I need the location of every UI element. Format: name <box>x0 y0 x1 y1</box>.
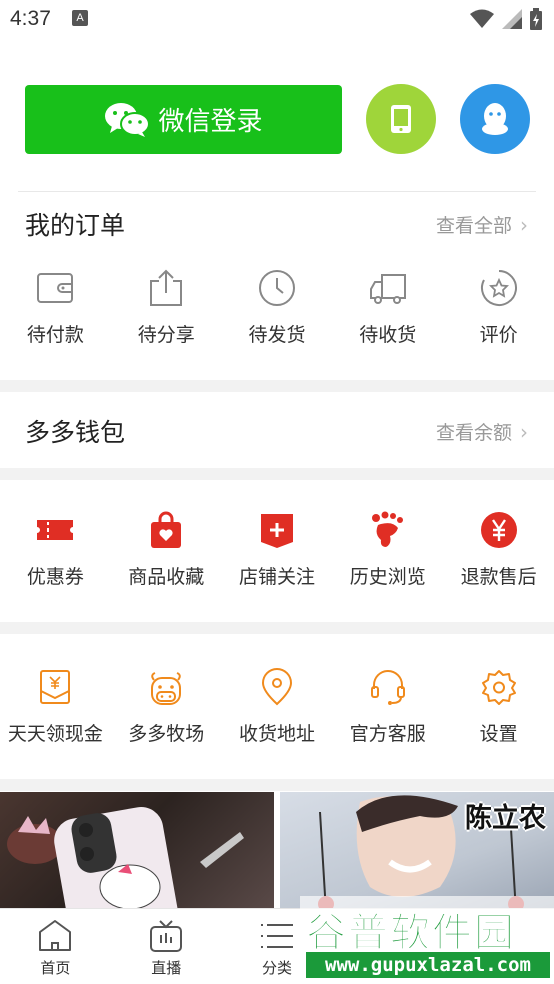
wechat-icon <box>105 102 151 137</box>
service-label: 多多牧场 <box>128 723 205 745</box>
shortcut-label: 优惠券 <box>26 566 84 588</box>
gear-icon <box>481 670 516 705</box>
wallet-title: 多多钱包 <box>25 418 126 447</box>
footprint-icon <box>371 511 403 547</box>
chevron-right-icon: › <box>520 212 528 237</box>
wechat-login-button[interactable]: 微信登录 <box>25 85 342 154</box>
shortcut-label: 历史浏览 <box>349 566 426 588</box>
shortcut-coupons[interactable]: 优惠券 <box>0 510 111 589</box>
service-farm[interactable]: 多多牧场 <box>111 667 222 746</box>
order-item-pending-share[interactable]: 待分享 <box>111 268 222 347</box>
shortcut-followed-shops[interactable]: 店铺关注 <box>222 510 333 589</box>
service-label: 收货地址 <box>238 723 315 745</box>
tab-live[interactable]: 直播 <box>111 909 222 984</box>
service-label: 天天领现金 <box>7 723 103 745</box>
shortcut-label: 商品收藏 <box>128 566 205 588</box>
battery-icon <box>530 8 542 30</box>
qq-icon <box>482 103 508 135</box>
tab-label: 直播 <box>151 959 182 977</box>
yen-circle-icon <box>480 512 517 548</box>
list-icon <box>260 924 293 948</box>
share-icon <box>150 269 183 306</box>
orders-view-all-link[interactable]: 查看全部 › <box>436 211 528 238</box>
shortcut-history[interactable]: 历史浏览 <box>332 510 443 589</box>
order-item-label: 待发货 <box>248 324 306 346</box>
services-row: 天天领现金 多多牧场 收货地址 官方客服 设置 <box>0 667 554 746</box>
shop-plus-icon <box>260 514 293 548</box>
truck-icon <box>369 274 406 304</box>
section-gap <box>0 622 554 634</box>
order-item-label: 评价 <box>479 324 518 346</box>
tab-home[interactable]: 首页 <box>0 909 111 984</box>
clock-icon <box>258 270 295 306</box>
service-label: 设置 <box>479 723 518 745</box>
bag-heart-icon <box>151 511 182 548</box>
chevron-right-icon: › <box>520 419 528 444</box>
banner-caption: 陈立农 <box>465 803 546 834</box>
tv-icon <box>150 920 183 952</box>
shortcuts-row: 优惠券 商品收藏 店铺关注 历史浏览 退款售后 <box>0 510 554 589</box>
cow-icon <box>151 672 182 705</box>
wechat-login-label: 微信登录 <box>158 107 263 137</box>
order-item-pending-delivery[interactable]: 待发货 <box>222 268 333 347</box>
section-gap <box>0 468 554 480</box>
phone-icon <box>391 105 411 133</box>
order-item-review[interactable]: 评价 <box>443 268 554 347</box>
promo-banner-right[interactable]: 陈立农 <box>280 792 554 912</box>
notification-icon: A <box>72 10 88 26</box>
orders-title: 我的订单 <box>25 211 126 240</box>
service-address[interactable]: 收货地址 <box>222 667 333 746</box>
shortcut-refund[interactable]: 退款售后 <box>443 510 554 589</box>
wallet-view-balance-label: 查看余额 <box>435 422 512 444</box>
wifi-icon <box>470 9 494 28</box>
shortcut-label: 店铺关注 <box>238 566 315 588</box>
red-envelope-icon <box>40 670 71 704</box>
coupon-icon <box>37 520 74 540</box>
orders-view-all-label: 查看全部 <box>435 215 512 237</box>
shortcut-favorites[interactable]: 商品收藏 <box>111 510 222 589</box>
section-gap <box>0 779 554 791</box>
service-label: 官方客服 <box>349 723 426 745</box>
home-icon <box>39 920 72 951</box>
divider <box>18 191 536 192</box>
tab-label: 分类 <box>261 959 292 977</box>
order-item-label: 待付款 <box>26 324 84 346</box>
location-pin-icon <box>261 668 292 706</box>
star-badge-icon <box>480 270 517 306</box>
wallet-view-balance-link[interactable]: 查看余额 › <box>436 418 528 445</box>
watermark-title: 谷普软件园 <box>306 910 516 957</box>
headset-icon <box>370 670 405 705</box>
orders-row: 待付款 待分享 待发货 待收货 评价 <box>0 268 554 347</box>
order-item-pending-payment[interactable]: 待付款 <box>0 268 111 347</box>
shortcut-label: 退款售后 <box>460 566 537 588</box>
wallet-icon <box>37 273 74 303</box>
qq-login-button[interactable] <box>460 84 530 154</box>
status-bar: 4:37 A <box>0 0 554 40</box>
order-item-pending-receipt[interactable]: 待收货 <box>332 268 443 347</box>
order-item-label: 待分享 <box>137 324 195 346</box>
status-icons <box>470 8 542 30</box>
promo-banner-left[interactable] <box>0 792 274 912</box>
status-time: 4:37 <box>10 7 51 30</box>
service-customer-support[interactable]: 官方客服 <box>332 667 443 746</box>
signal-icon <box>502 9 522 29</box>
phone-login-button[interactable] <box>366 84 436 154</box>
phone-case-image <box>7 806 244 912</box>
service-settings[interactable]: 设置 <box>443 667 554 746</box>
watermark-url: www.gupuxlazal.com <box>306 952 550 978</box>
order-item-label: 待收货 <box>359 324 417 346</box>
service-daily-cash[interactable]: 天天领现金 <box>0 667 111 746</box>
section-gap <box>0 380 554 392</box>
tab-label: 首页 <box>40 959 71 977</box>
